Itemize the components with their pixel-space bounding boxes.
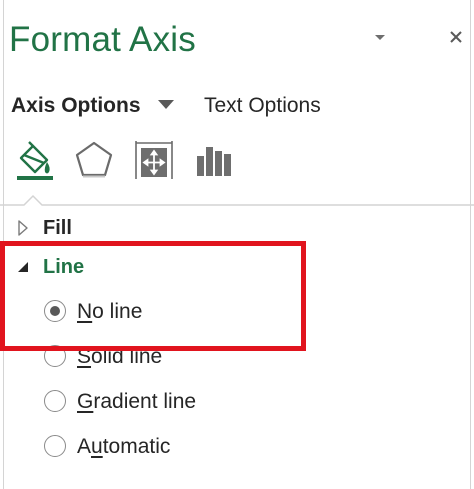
line-section-header[interactable]: Line: [16, 255, 96, 279]
format-axis-pane: Format Axis Axis Options Text Options Fi…: [0, 0, 474, 489]
icon-row-separator: [0, 188, 474, 208]
radio-button[interactable]: [44, 435, 66, 457]
pane-left-border: [3, 0, 4, 489]
solid-line-label: Solid line: [77, 345, 163, 368]
close-icon[interactable]: [445, 26, 467, 48]
line-section-label: Line: [43, 256, 85, 278]
collapse-triangle-icon: [16, 259, 30, 275]
gradient-line-label: Gradient line: [77, 390, 197, 413]
tab-axis-options[interactable]: Axis Options: [11, 92, 141, 120]
fill-and-line-icon[interactable]: [13, 138, 57, 182]
solid-line-radio[interactable]: Solid line: [44, 344, 184, 372]
fill-section-header[interactable]: Fill: [16, 216, 96, 240]
expand-triangle-icon: [16, 220, 30, 236]
axis-options-bar-chart-icon[interactable]: [191, 138, 235, 182]
size-and-properties-icon[interactable]: [132, 138, 176, 182]
pane-title: Format Axis: [9, 20, 196, 59]
gradient-line-radio[interactable]: Gradient line: [44, 389, 224, 417]
radio-button-checked[interactable]: [44, 300, 66, 322]
pane-right-border: [470, 0, 471, 489]
radio-button[interactable]: [44, 390, 66, 412]
automatic-label: Automatic: [77, 435, 171, 458]
automatic-radio[interactable]: Automatic: [44, 434, 204, 462]
axis-options-dropdown-icon[interactable]: [156, 98, 176, 112]
tab-text-options[interactable]: Text Options: [204, 92, 321, 120]
no-line-label: No line: [77, 300, 143, 323]
radio-button[interactable]: [44, 345, 66, 367]
effects-pentagon-icon[interactable]: [72, 138, 116, 182]
fill-section-label: Fill: [43, 217, 72, 239]
pane-options-dropdown-icon[interactable]: [371, 28, 389, 46]
no-line-radio[interactable]: No line: [44, 299, 174, 327]
